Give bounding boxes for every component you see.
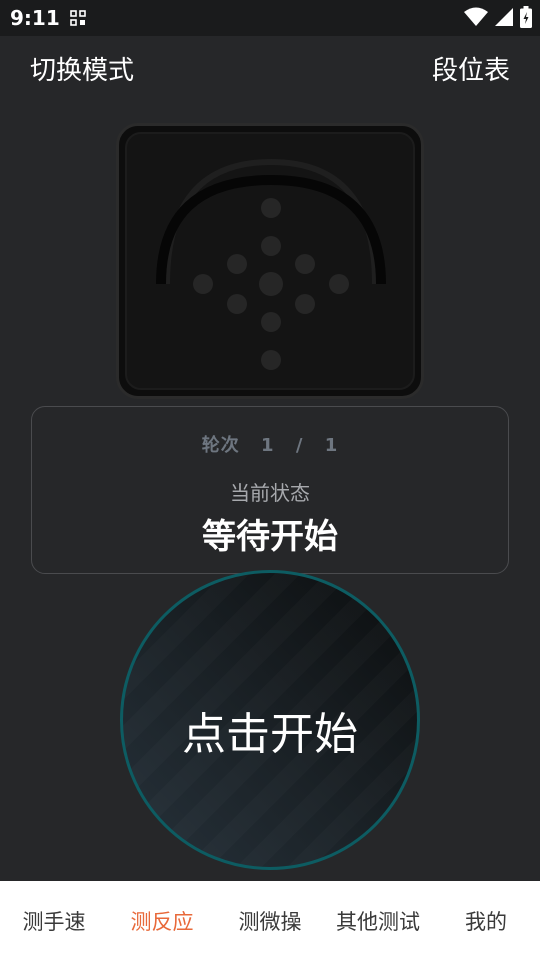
round-indicator: 轮次 1 / 1 [32, 431, 508, 457]
battery-icon [520, 6, 532, 32]
arrow-indicator-icon [156, 158, 386, 370]
nav-item-other-tests[interactable]: 其他测试 [324, 881, 432, 960]
device-screen [125, 132, 415, 390]
switch-mode-button[interactable]: 切换模式 [30, 50, 134, 87]
status-time: 9:11 [10, 6, 60, 30]
top-bar: 切换模式 段位表 [0, 36, 540, 100]
round-separator: / [295, 435, 304, 456]
nav-item-reaction[interactable]: 测反应 [108, 881, 216, 960]
rank-table-button[interactable]: 段位表 [432, 50, 510, 87]
state-label: 当前状态 [230, 481, 310, 505]
nav-item-hand-speed[interactable]: 测手速 [0, 881, 108, 960]
bottom-nav: 测手速 测反应 测微操 其他测试 我的 [0, 881, 540, 960]
nav-item-mine[interactable]: 我的 [432, 881, 540, 960]
status-bar: 9:11 [0, 0, 540, 36]
start-button[interactable]: 点击开始 [120, 570, 420, 870]
round-total: 1 [324, 435, 339, 456]
round-current: 1 [261, 435, 275, 456]
device-display [116, 123, 424, 399]
start-button-label: 点击开始 [182, 709, 358, 760]
grid-icon [70, 10, 86, 30]
signal-icon [494, 7, 514, 31]
round-label: 轮次 [201, 435, 240, 456]
wifi-icon [464, 7, 488, 31]
nav-item-micro[interactable]: 测微操 [216, 881, 324, 960]
status-card: 轮次 1 / 1 当前状态 等待开始 [31, 406, 509, 574]
state-value: 等待开始 [202, 517, 338, 557]
